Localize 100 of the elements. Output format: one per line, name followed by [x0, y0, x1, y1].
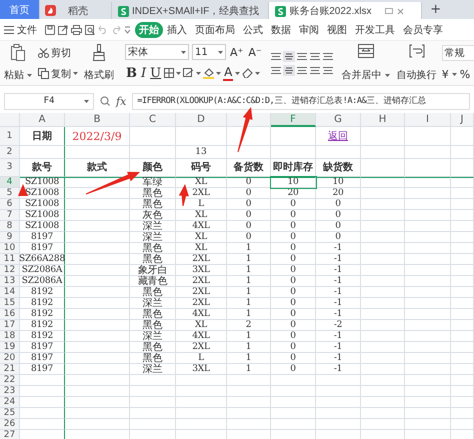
table-cell — [451, 419, 474, 430]
bold-button[interactable]: B — [125, 64, 138, 82]
table-cell: 0 — [271, 342, 316, 353]
menu-tab[interactable]: 视图 — [323, 22, 351, 38]
new-tab-button[interactable]: + — [422, 0, 450, 19]
paint-bucket-icon[interactable] — [203, 68, 214, 79]
currency-button[interactable]: ¥ — [442, 68, 449, 81]
column-header[interactable]: H — [361, 113, 405, 127]
eraser-icon[interactable] — [242, 68, 254, 78]
row-number[interactable]: 5 — [0, 188, 20, 199]
menu-tab[interactable]: 插入 — [163, 22, 191, 38]
row-number[interactable]: 7 — [0, 210, 20, 221]
font-color-button[interactable]: A — [223, 65, 234, 82]
row-number[interactable]: 24 — [0, 397, 20, 408]
menu-icon[interactable] — [4, 26, 14, 34]
row-number[interactable]: 12 — [0, 265, 20, 276]
row-number[interactable]: 20 — [0, 353, 20, 364]
menu-tab[interactable]: 开发工具 — [351, 22, 399, 38]
row-number[interactable]: 23 — [0, 386, 20, 397]
menu-tab[interactable]: 公式 — [239, 22, 267, 38]
tab[interactable]: 稻壳 — [40, 2, 112, 19]
export-icon[interactable] — [58, 24, 68, 34]
indent-icon[interactable] — [322, 50, 334, 62]
table-cell: 黑色 — [130, 342, 176, 353]
align-icon[interactable] — [308, 64, 321, 76]
align-icon[interactable] — [282, 64, 295, 76]
column-header[interactable]: A — [20, 113, 65, 127]
row-number[interactable]: 13 — [0, 276, 20, 287]
borders-icon[interactable] — [164, 68, 174, 78]
align-icon[interactable] — [296, 50, 308, 62]
row-number[interactable]: 16 — [0, 309, 20, 320]
column-header[interactable]: C — [130, 113, 176, 127]
table-cell: 1 — [227, 276, 271, 287]
format-painter-button[interactable]: 格式刷 — [82, 43, 116, 83]
table-cell: SZ1008 — [20, 210, 65, 221]
indent-icon[interactable] — [308, 50, 321, 62]
close-icon[interactable] — [397, 8, 404, 15]
copy-button[interactable]: 复制 — [37, 66, 79, 82]
grow-font-button[interactable]: A⁺ — [229, 44, 244, 60]
row-number[interactable]: 10 — [0, 243, 20, 254]
fill-style-icon[interactable] — [183, 68, 194, 78]
row-number[interactable]: 2 — [0, 146, 20, 159]
row-number[interactable]: 22 — [0, 375, 20, 386]
shrink-font-button[interactable]: A⁻ — [247, 44, 263, 60]
align-icon[interactable] — [296, 64, 308, 76]
row-number[interactable]: 26 — [0, 419, 20, 430]
column-header[interactable]: J — [451, 113, 474, 127]
formula-field[interactable]: =IFERROR(XLOOKUP(A:A&C:C&D:D,三、进销存汇总表!A:A&三、进销存汇总 — [132, 92, 470, 110]
row-number[interactable]: 4 — [0, 177, 20, 188]
row-number[interactable]: 25 — [0, 408, 20, 419]
align-icon[interactable] — [282, 50, 295, 62]
name-box[interactable]: F4 — [4, 92, 94, 110]
back-link[interactable]: 返回 — [316, 127, 361, 146]
italic-button[interactable]: I — [140, 64, 148, 82]
row-number[interactable]: 18 — [0, 331, 20, 342]
copy-icon[interactable] — [38, 68, 49, 79]
row-number[interactable]: 27 — [0, 430, 20, 439]
font-name-field[interactable]: 宋体 — [125, 44, 189, 60]
tab[interactable]: 账务台账2022.xlsx — [269, 2, 422, 19]
column-header[interactable]: B — [65, 113, 130, 127]
font-size-field[interactable]: 11 — [192, 44, 226, 60]
tab[interactable]: 首页 — [0, 0, 40, 19]
percent-button[interactable]: % — [460, 68, 470, 81]
wrap-text-button[interactable]: 自动换行 — [394, 43, 439, 83]
merge-center-button[interactable]: 合并居中 — [340, 43, 392, 83]
column-header[interactable]: I — [405, 113, 451, 127]
distribute-icon[interactable] — [322, 64, 334, 76]
row-number[interactable]: 15 — [0, 298, 20, 309]
row-number[interactable]: 8 — [0, 221, 20, 232]
menu-tab[interactable]: 页面布局 — [191, 22, 239, 38]
paste-button[interactable]: 粘贴 — [2, 43, 34, 83]
row-number[interactable]: 11 — [0, 254, 20, 265]
row-number[interactable]: 1 — [0, 127, 20, 146]
zoom-icon[interactable] — [100, 96, 110, 106]
row-number[interactable]: 6 — [0, 199, 20, 210]
table-cell — [361, 397, 405, 408]
menu-tab[interactable]: 审阅 — [295, 22, 323, 38]
row-number[interactable]: 21 — [0, 364, 20, 375]
row-number[interactable]: 3 — [0, 159, 20, 177]
row-number[interactable]: 19 — [0, 342, 20, 353]
column-header[interactable]: G — [316, 113, 361, 127]
save-icon[interactable] — [45, 24, 55, 34]
row-number[interactable]: 14 — [0, 287, 20, 298]
align-icon[interactable] — [270, 64, 282, 76]
print-icon[interactable] — [71, 24, 82, 34]
row-number[interactable]: 17 — [0, 320, 20, 331]
number-format-field[interactable]: 常规 — [442, 45, 474, 62]
file-menu[interactable]: 文件 — [17, 22, 37, 36]
row-number[interactable]: 9 — [0, 232, 20, 243]
menu-tab[interactable]: 会员专享 — [399, 22, 447, 38]
menu-tab[interactable]: 数据 — [267, 22, 295, 38]
align-icon[interactable] — [270, 50, 282, 62]
function-button[interactable]: fx — [116, 94, 126, 108]
table-cell: 1 — [227, 243, 271, 254]
cut-button[interactable]: 剪切 — [37, 44, 79, 60]
scissors-icon[interactable] — [38, 48, 49, 58]
dropdown-icon[interactable] — [124, 26, 131, 34]
preview-icon[interactable] — [85, 24, 95, 34]
column-header[interactable]: D — [176, 113, 227, 127]
underline-button[interactable]: U — [149, 64, 162, 82]
